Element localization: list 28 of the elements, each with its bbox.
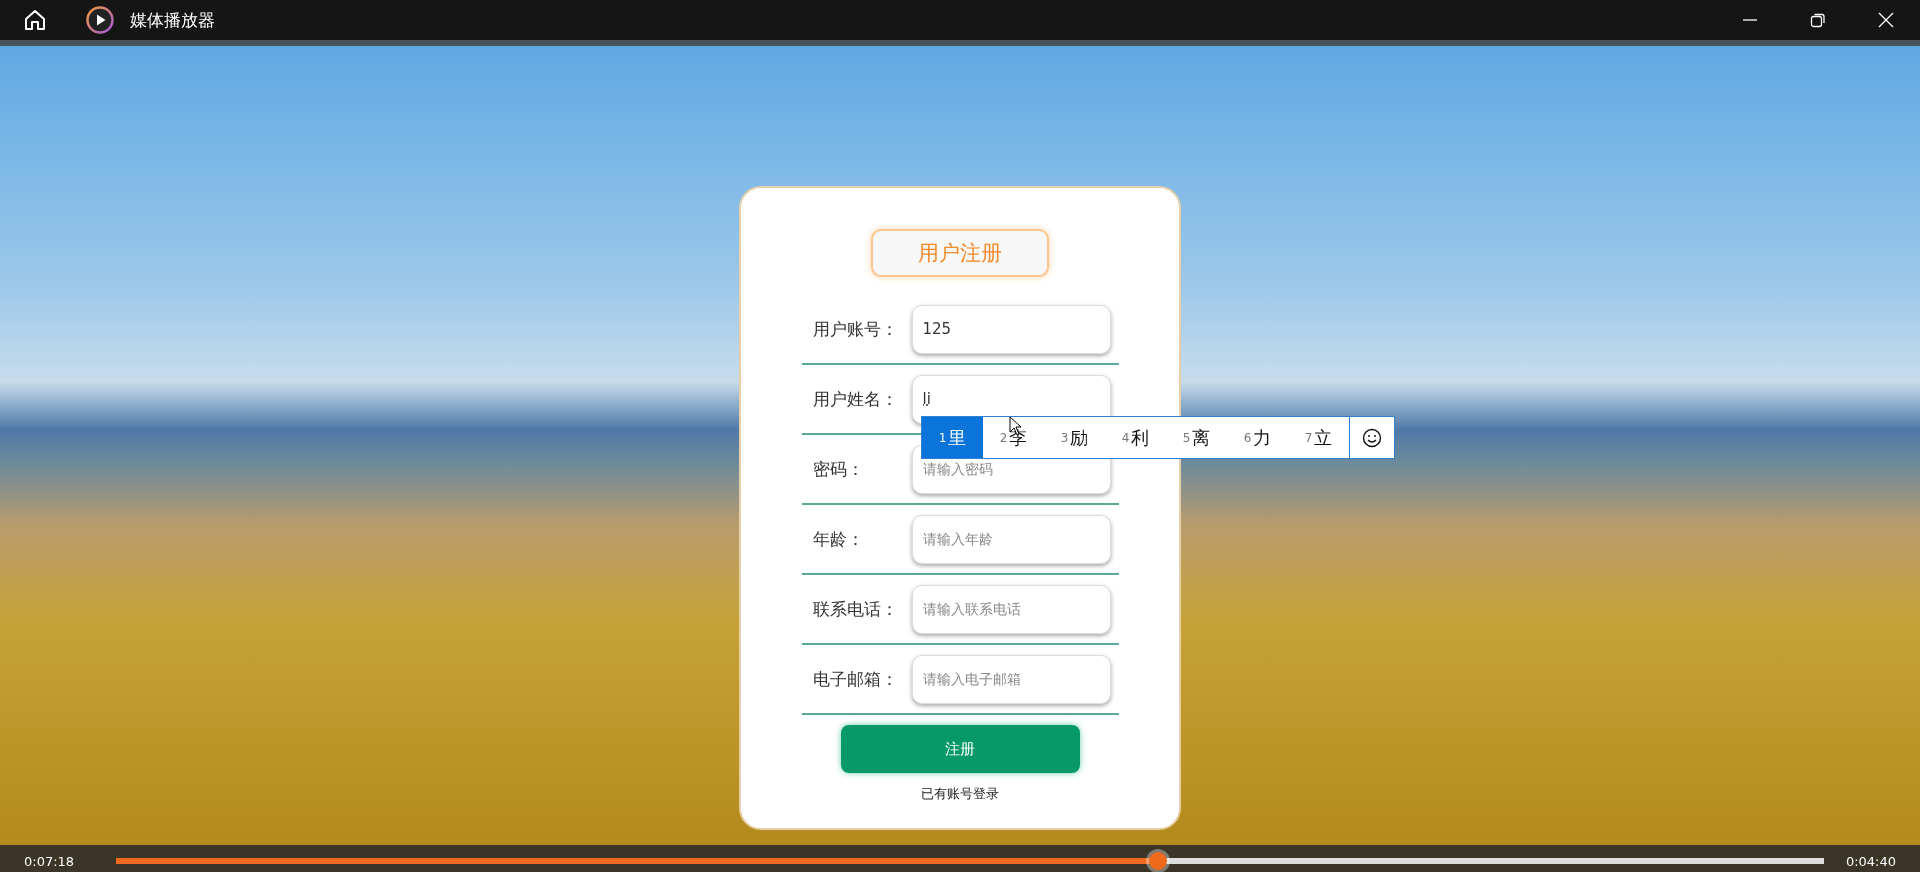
play-logo-icon	[86, 6, 114, 34]
field-label: 用户姓名：	[811, 387, 899, 411]
window-title: 媒体播放器	[130, 8, 215, 32]
progress-thumb[interactable]	[1148, 852, 1167, 870]
input-field[interactable]: 请输入电子邮箱	[911, 654, 1111, 704]
ime-candidate[interactable]: 5离	[1166, 417, 1227, 458]
field-label: 联系电话：	[811, 597, 899, 621]
minimize-icon	[1743, 19, 1757, 21]
input-field[interactable]: 125	[911, 304, 1111, 354]
elapsed-time: 0:07:18	[24, 854, 76, 869]
home-button[interactable]	[22, 7, 48, 33]
login-link[interactable]: 已有账号登录	[921, 785, 999, 803]
restore-icon	[1810, 12, 1826, 28]
form-title: 用户注册	[871, 229, 1049, 277]
smiley-icon	[1362, 427, 1382, 448]
field-label: 年龄：	[811, 527, 865, 551]
ime-candidate[interactable]: 6 力	[1227, 417, 1288, 458]
input-field[interactable]: 请输入联系电话	[911, 584, 1111, 634]
close-icon	[1878, 12, 1894, 28]
home-icon	[22, 7, 48, 33]
field-label: 电子邮箱：	[811, 667, 899, 691]
ime-candidate[interactable]: 1里	[922, 417, 983, 458]
input-field[interactable]: 请输入年龄	[911, 514, 1111, 564]
ime-candidate[interactable]: 7立	[1288, 417, 1349, 458]
register-button[interactable]: 注册	[840, 725, 1080, 773]
field-label: 密码：	[811, 457, 865, 481]
remaining-time: 0:04:40	[1845, 854, 1896, 869]
field-label: 用户账号：	[811, 317, 899, 341]
